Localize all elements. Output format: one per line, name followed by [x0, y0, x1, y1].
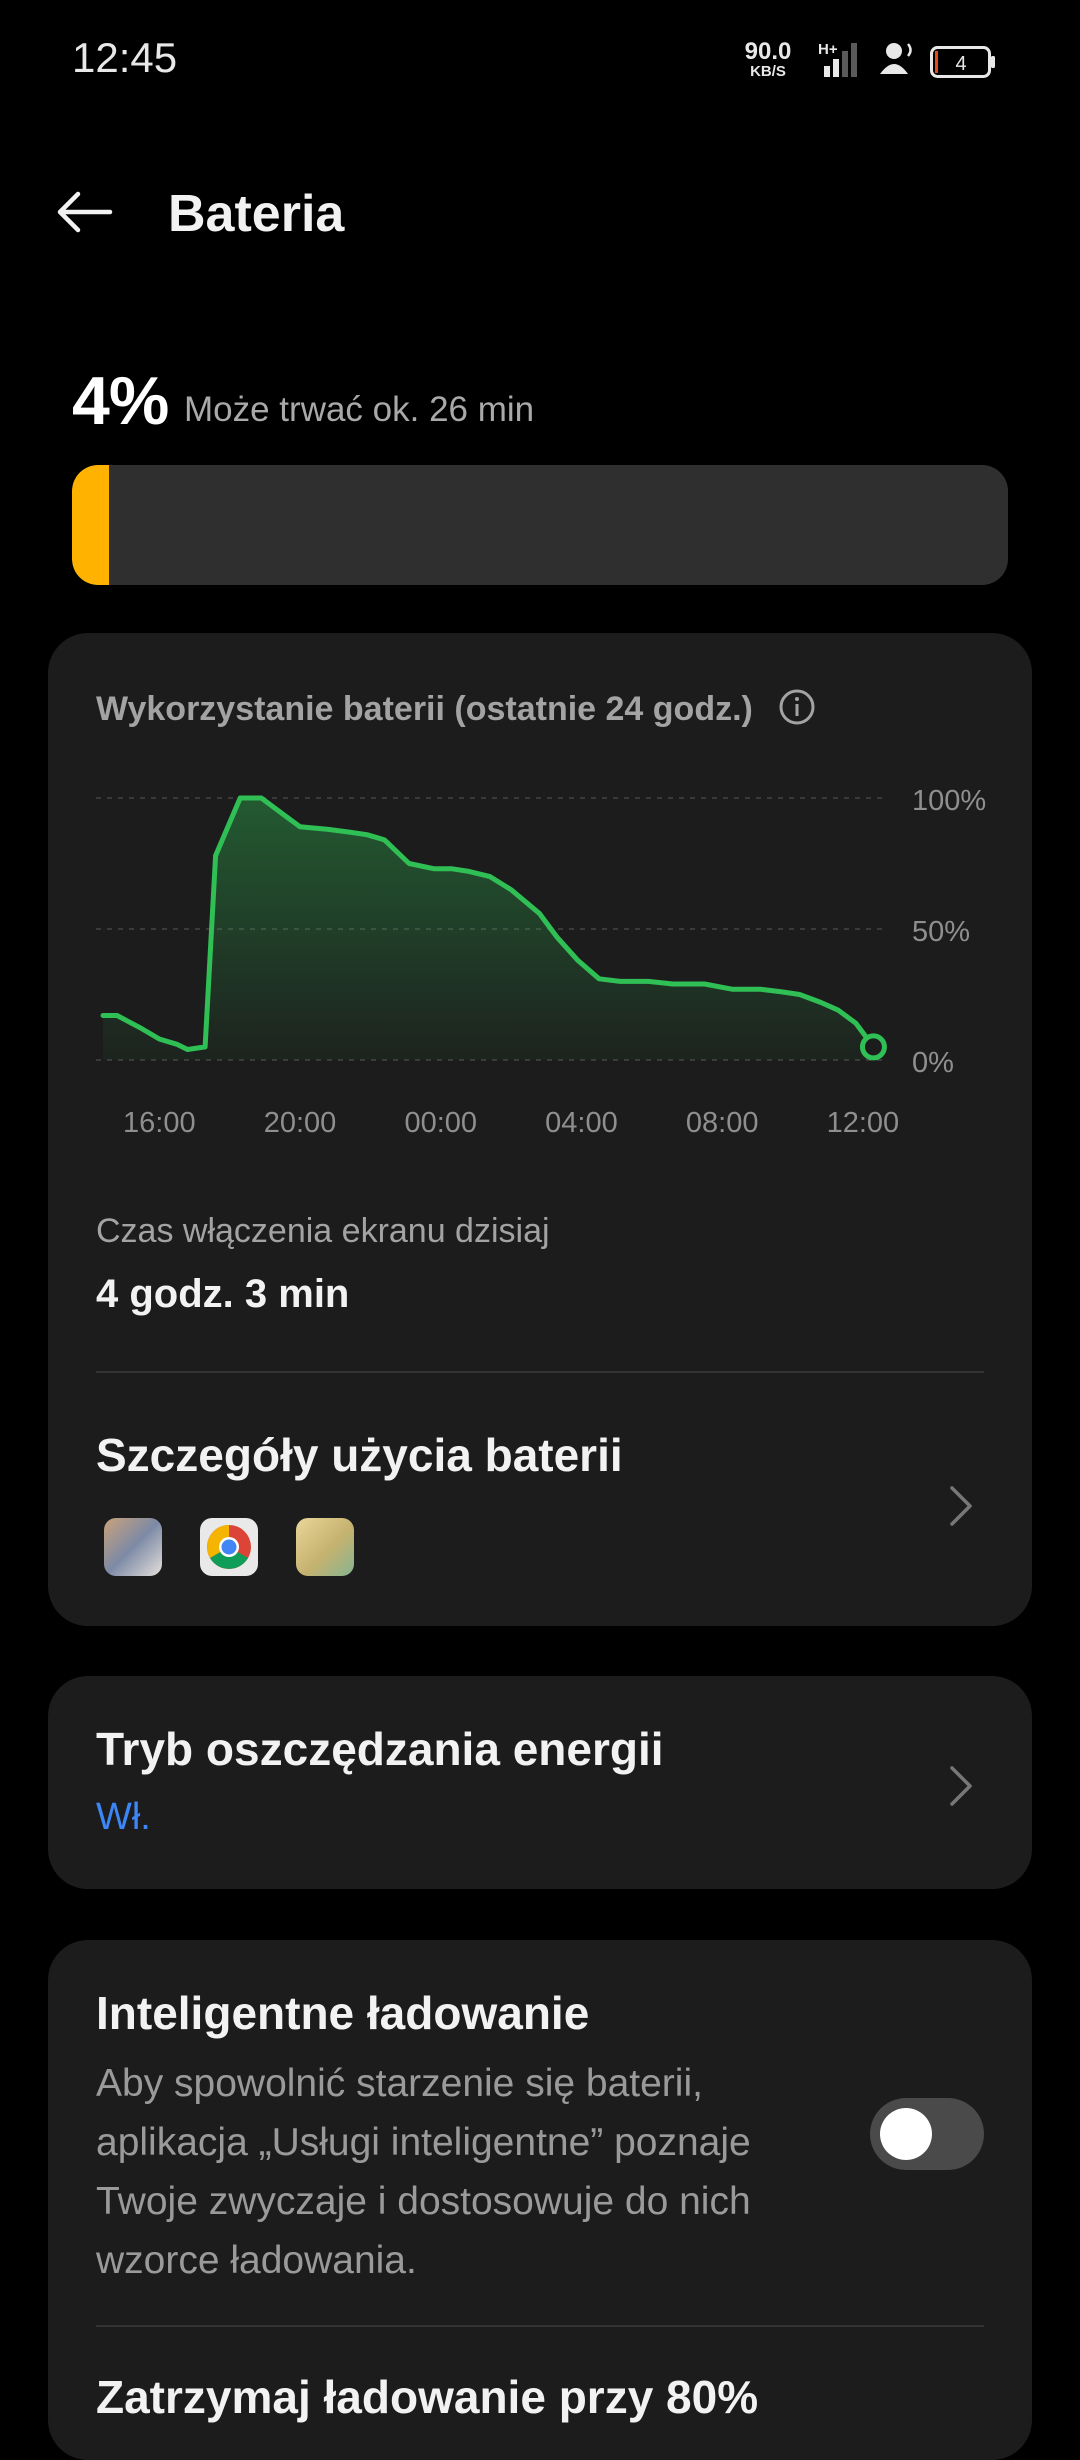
- x-tick-label: 00:00: [404, 1107, 477, 1139]
- y-tick-label: 50%: [912, 916, 970, 948]
- power-saving-title: Tryb oszczędzania energii: [96, 1722, 664, 1776]
- chevron-right-icon[interactable]: [946, 1762, 976, 1810]
- x-tick-label: 20:00: [264, 1107, 337, 1139]
- game-app-icon: [104, 1518, 162, 1576]
- stop-charging-80-title[interactable]: Zatrzymaj ładowanie przy 80%: [96, 2370, 758, 2424]
- smart-charging-title: Inteligentne ładowanie: [96, 1986, 589, 2040]
- x-tick-label: 08:00: [686, 1107, 759, 1139]
- battery-usage-chart: 100% 50% 0% 16:00 20:00 00:00 04:00 08:00 12:00: [0, 0, 1080, 1160]
- screen-time-label: Czas włączenia ekranu dzisiaj: [96, 1212, 550, 1251]
- chevron-right-icon[interactable]: [946, 1482, 976, 1530]
- y-tick-label: 0%: [912, 1047, 954, 1079]
- chrome-icon: [200, 1518, 258, 1576]
- screen-time-value: 4 godz. 3 min: [96, 1272, 349, 1317]
- game-app-icon: [296, 1518, 354, 1576]
- smart-charging-description: Aby spowolnić starzenie się baterii, apl…: [96, 2054, 856, 2290]
- smart-charging-toggle[interactable]: [870, 2098, 984, 2170]
- power-saving-state: Wł.: [96, 1796, 151, 1839]
- divider: [96, 2325, 984, 2327]
- chart-current-point: [862, 1036, 884, 1058]
- usage-details-link[interactable]: Szczegóły użycia baterii: [96, 1428, 623, 1482]
- toggle-knob: [880, 2108, 932, 2160]
- divider: [96, 1371, 984, 1373]
- x-tick-label: 12:00: [827, 1107, 900, 1139]
- y-tick-label: 100%: [912, 785, 986, 817]
- power-saving-card[interactable]: [48, 1676, 1032, 1889]
- x-tick-label: 16:00: [123, 1107, 196, 1139]
- x-tick-label: 04:00: [545, 1107, 618, 1139]
